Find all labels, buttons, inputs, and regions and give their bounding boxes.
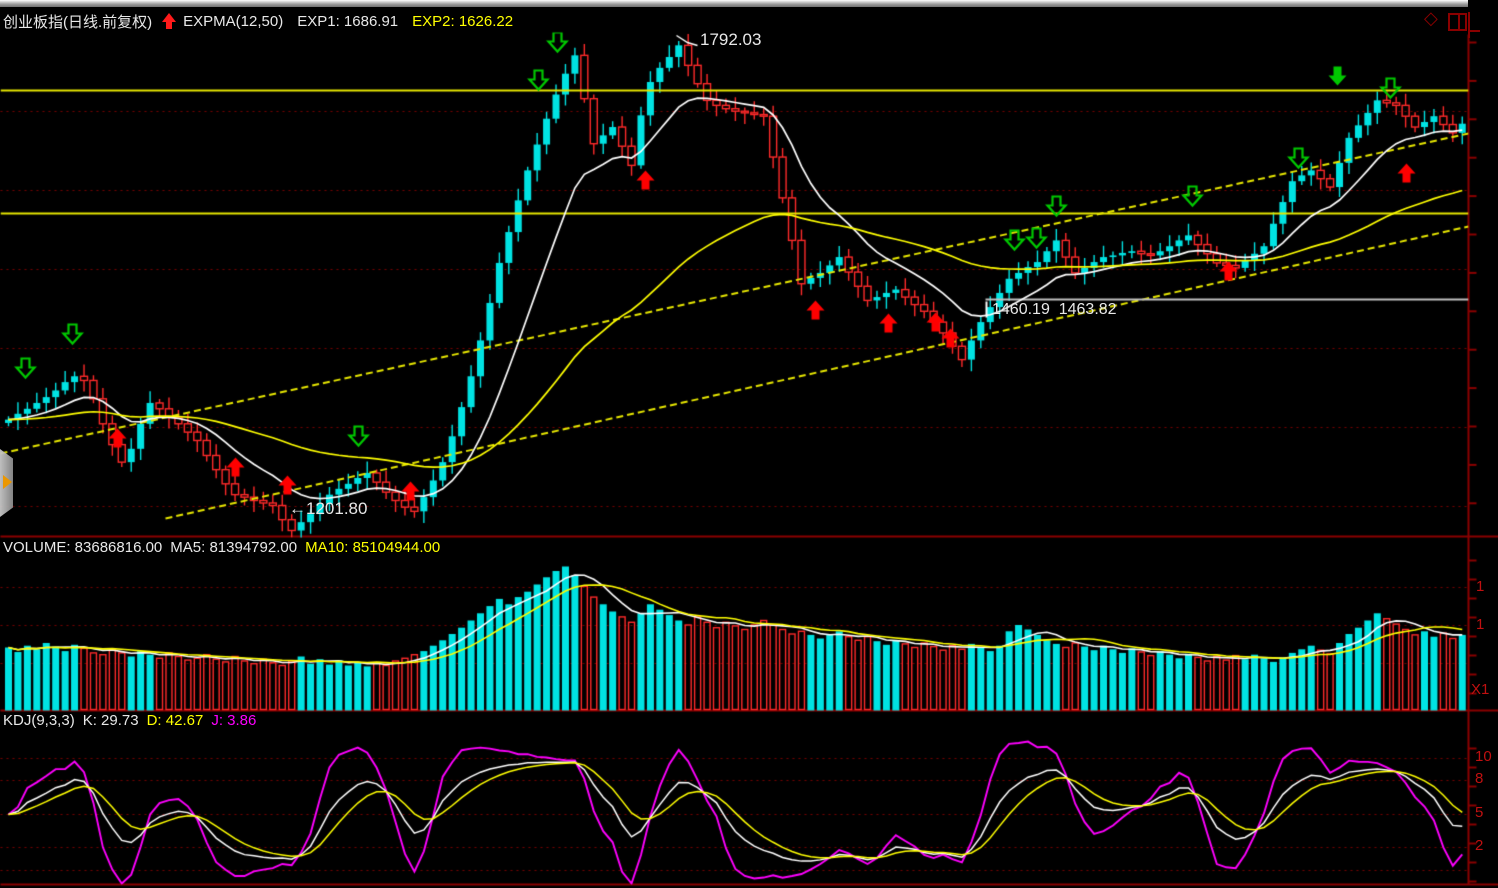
kdj-axis-label-50: 5	[1475, 804, 1483, 821]
volume-ma10-label: MA10: 85104944.00	[305, 539, 440, 556]
kdj-axis-label-20: 2	[1475, 837, 1483, 854]
kdj-k-label: K: 29.73	[83, 712, 139, 729]
volume-axis-label-2: 1	[1476, 616, 1484, 633]
kdj-j-label: J: 3.86	[211, 712, 256, 729]
high-price-label: 1792.03	[700, 30, 761, 50]
kdj-axis-label-80: 8	[1475, 770, 1483, 787]
volume-value-label: VOLUME: 83686816.00	[3, 539, 162, 556]
gap-price-label: 1460.19 1463.82	[992, 301, 1117, 319]
volume-axis-label-1: 1	[1476, 578, 1484, 595]
volume-ma5-label: MA5: 81394792.00	[170, 539, 297, 556]
volume-unit-label: X1	[1471, 681, 1489, 698]
trading-app-window: 创业板指(日线.前复权) EXPMA(12,50) EXP1: 1686.91 …	[0, 0, 1498, 888]
kdj-d-label: D: 42.67	[147, 712, 204, 729]
expand-arrow-icon	[3, 475, 12, 489]
volume-pane-header: VOLUME: 83686816.00 MA5: 81394792.00 MA1…	[3, 539, 440, 556]
kdj-pane-header: KDJ(9,3,3) K: 29.73 D: 42.67 J: 3.86	[3, 712, 256, 729]
chart-canvas[interactable]	[0, 0, 1498, 888]
expand-panel-handle[interactable]	[0, 449, 13, 517]
low-price-label: ←1201.80	[289, 499, 367, 519]
kdj-axis-label-100: 10	[1475, 748, 1492, 765]
kdj-name-label: KDJ(9,3,3)	[3, 712, 75, 729]
